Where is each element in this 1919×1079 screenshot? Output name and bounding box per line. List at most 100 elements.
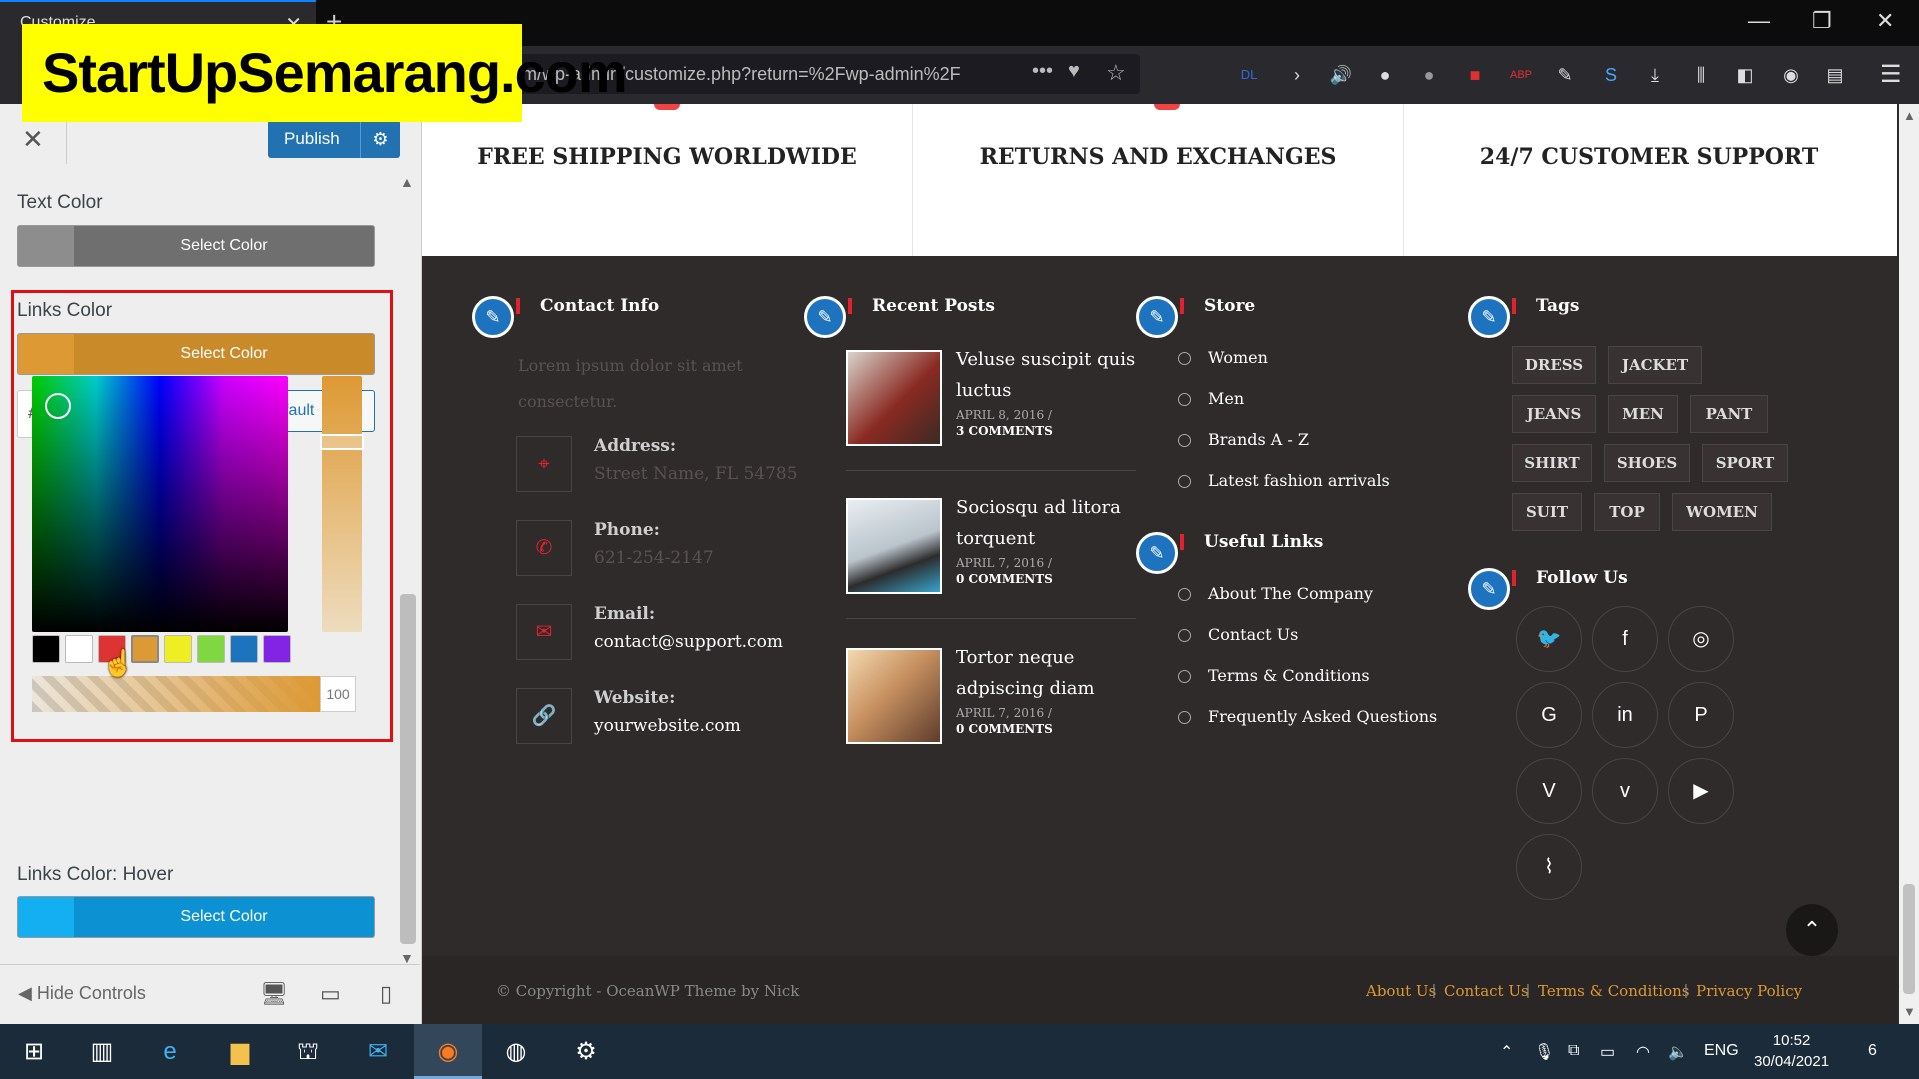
- page-actions-icon[interactable]: •••: [1032, 60, 1053, 83]
- store-icon[interactable]: ⛫: [290, 1034, 326, 1070]
- palette-swatch-yellow[interactable]: [164, 635, 192, 663]
- tag-link[interactable]: SPORT: [1702, 444, 1788, 482]
- restore-icon[interactable]: ❐: [1812, 8, 1832, 34]
- minimize-icon[interactable]: —: [1748, 8, 1770, 34]
- file-explorer-icon[interactable]: ▆: [222, 1034, 258, 1070]
- device-icon[interactable]: ⧉: [1568, 1042, 1579, 1060]
- desktop-preview-icon[interactable]: 🖥: [260, 981, 288, 1007]
- edit-pencil-icon[interactable]: ✎: [1136, 296, 1178, 338]
- slider-handle[interactable]: [320, 434, 364, 450]
- scroll-thumb[interactable]: [400, 594, 416, 944]
- text-color-button[interactable]: Select Color: [17, 225, 375, 267]
- contact-email-link[interactable]: contact@support.com: [594, 632, 783, 652]
- pocket-icon[interactable]: ♥: [1068, 60, 1080, 83]
- alpha-slider[interactable]: [32, 676, 322, 712]
- post-title-link[interactable]: Tortor neque adpiscing diam: [956, 642, 1136, 704]
- microphone-icon[interactable]: 🎙: [1534, 1042, 1554, 1062]
- edit-pencil-icon[interactable]: ✎: [1468, 568, 1510, 610]
- extension-icon[interactable]: ●: [1416, 62, 1442, 88]
- download-icon[interactable]: ⤓: [1642, 62, 1668, 88]
- tag-link[interactable]: DRESS: [1512, 346, 1596, 384]
- hide-controls-button[interactable]: ◀ Hide Controls: [18, 983, 146, 1004]
- mail-icon[interactable]: ✉: [360, 1034, 396, 1070]
- scroll-up-icon[interactable]: ▲: [1903, 108, 1916, 123]
- footer-link[interactable]: Privacy Policy: [1696, 982, 1802, 1000]
- tag-link[interactable]: SHOES: [1604, 444, 1690, 482]
- google-plus-icon[interactable]: G: [1516, 682, 1582, 748]
- palette-swatch-orange[interactable]: [131, 635, 159, 663]
- post-thumbnail[interactable]: [846, 350, 942, 446]
- extension-icon[interactable]: ■: [1462, 62, 1488, 88]
- lightness-slider[interactable]: [320, 376, 364, 632]
- useful-link[interactable]: About The Company: [1178, 584, 1373, 603]
- forward-icon[interactable]: ›: [1284, 62, 1310, 88]
- footer-link[interactable]: About Us: [1366, 982, 1436, 1000]
- edit-pencil-icon[interactable]: ✎: [804, 296, 846, 338]
- settings-icon[interactable]: ⚙: [568, 1034, 604, 1070]
- links-hover-color-button[interactable]: Select Color: [17, 896, 375, 938]
- useful-link[interactable]: Terms & Conditions: [1178, 666, 1370, 685]
- account-icon[interactable]: ◉: [1778, 62, 1804, 88]
- tag-link[interactable]: JEANS: [1512, 395, 1596, 433]
- tag-link[interactable]: WOMEN: [1672, 493, 1772, 531]
- close-customizer-icon[interactable]: ✕: [22, 124, 44, 155]
- edit-pencil-icon[interactable]: ✎: [472, 296, 514, 338]
- palette-swatch-green[interactable]: [197, 635, 225, 663]
- publish-button[interactable]: Publish ⚙: [268, 120, 400, 158]
- tag-link[interactable]: TOP: [1594, 493, 1660, 531]
- post-comments[interactable]: 3 COMMENTS: [956, 424, 1053, 438]
- footer-link[interactable]: Terms & Conditions: [1538, 982, 1689, 1000]
- sidebar-scrollbar[interactable]: ▲ ▼: [398, 174, 418, 966]
- twitter-icon[interactable]: 🐦: [1516, 606, 1582, 672]
- volume-icon[interactable]: 🔈: [1668, 1042, 1688, 1062]
- library-icon[interactable]: ⫼: [1688, 62, 1714, 88]
- abp-icon[interactable]: ABP: [1508, 62, 1534, 88]
- post-thumbnail[interactable]: [846, 498, 942, 594]
- picker-handle[interactable]: [45, 393, 71, 419]
- color-picker-square[interactable]: [32, 376, 288, 632]
- chevron-up-icon[interactable]: ⌃: [1500, 1042, 1513, 1062]
- scroll-up-icon[interactable]: ▲: [400, 174, 414, 190]
- obs-icon[interactable]: ◍: [498, 1034, 534, 1070]
- mobile-preview-icon[interactable]: ▯: [380, 981, 392, 1007]
- post-comments[interactable]: 0 COMMENTS: [956, 572, 1053, 586]
- battery-icon[interactable]: ▭: [1600, 1042, 1615, 1062]
- footer-link[interactable]: Contact Us: [1444, 982, 1529, 1000]
- extension-icon[interactable]: ●: [1372, 62, 1398, 88]
- contact-website-link[interactable]: yourwebsite.com: [594, 716, 741, 736]
- edit-pencil-icon[interactable]: ✎: [1136, 532, 1178, 574]
- alpha-value[interactable]: 100: [320, 676, 356, 712]
- edit-pencil-icon[interactable]: ✎: [1468, 296, 1510, 338]
- links-color-button[interactable]: Select Color: [17, 333, 375, 375]
- wifi-icon[interactable]: ◠: [1636, 1042, 1650, 1062]
- gear-icon[interactable]: ⚙: [360, 120, 400, 158]
- tag-link[interactable]: SUIT: [1512, 493, 1582, 531]
- clock[interactable]: 10:52 30/04/2021: [1754, 1030, 1829, 1072]
- dl-icon[interactable]: DL: [1236, 62, 1262, 88]
- pinterest-icon[interactable]: P: [1668, 682, 1734, 748]
- tag-link[interactable]: JACKET: [1608, 346, 1702, 384]
- firefox-icon[interactable]: ◉: [430, 1034, 466, 1070]
- instagram-icon[interactable]: ◎: [1668, 606, 1734, 672]
- task-view-icon[interactable]: ▥: [84, 1034, 120, 1070]
- palette-swatch-purple[interactable]: [263, 635, 291, 663]
- store-link[interactable]: Brands A - Z: [1178, 430, 1309, 449]
- palette-swatch-black[interactable]: [32, 635, 60, 663]
- language-indicator[interactable]: ENG: [1704, 1042, 1739, 1060]
- pen-icon[interactable]: ✎: [1552, 62, 1578, 88]
- useful-link[interactable]: Contact Us: [1178, 625, 1298, 644]
- facebook-icon[interactable]: f: [1592, 606, 1658, 672]
- edge-icon[interactable]: e: [152, 1034, 188, 1070]
- sidebar-icon[interactable]: ◧: [1732, 62, 1758, 88]
- linkedin-icon[interactable]: in: [1592, 682, 1658, 748]
- windows-start-icon[interactable]: ⊞: [16, 1034, 52, 1070]
- store-link[interactable]: Latest fashion arrivals: [1178, 471, 1390, 490]
- youtube-icon[interactable]: ▶: [1668, 758, 1734, 824]
- close-window-icon[interactable]: ✕: [1876, 8, 1894, 34]
- scroll-down-icon[interactable]: ▼: [1903, 1004, 1916, 1019]
- tablet-preview-icon[interactable]: ▭: [320, 981, 341, 1007]
- tag-link[interactable]: MEN: [1608, 395, 1678, 433]
- palette-swatch-white[interactable]: [65, 635, 93, 663]
- vine-icon[interactable]: v: [1592, 758, 1658, 824]
- menu-icon[interactable]: ☰: [1880, 60, 1902, 89]
